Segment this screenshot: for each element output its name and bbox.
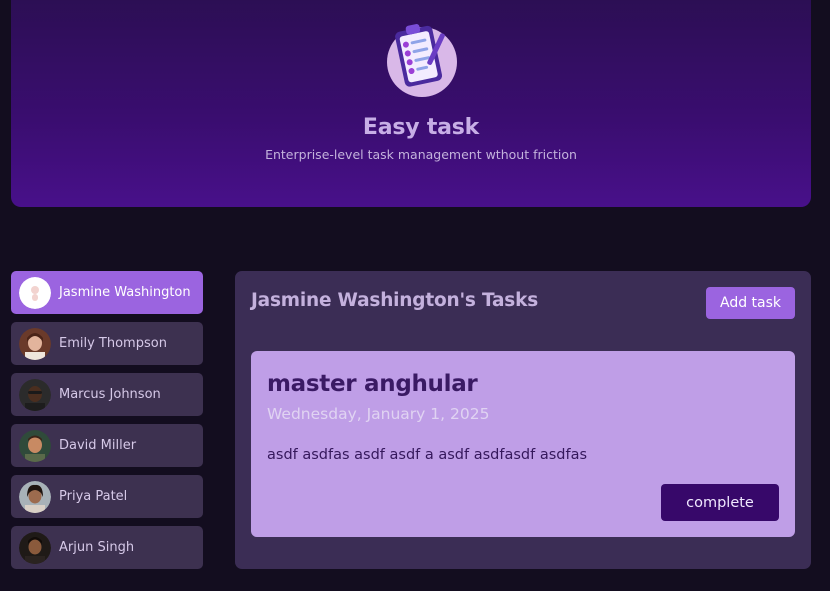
avatar bbox=[19, 378, 51, 411]
user-item-jasmine-washington[interactable]: Jasmine Washington bbox=[11, 271, 203, 314]
user-item-priya-patel[interactable]: Priya Patel bbox=[11, 475, 203, 518]
user-name: Priya Patel bbox=[59, 489, 128, 504]
task-title: master anghular bbox=[267, 371, 478, 397]
avatar bbox=[19, 276, 51, 309]
tasks-title: Jasmine Washington's Tasks bbox=[251, 290, 539, 311]
avatar bbox=[19, 480, 51, 513]
task-due-date: Wednesday, January 1, 2025 bbox=[267, 405, 490, 423]
user-name: Jasmine Washington bbox=[59, 285, 191, 300]
user-list: Jasmine Washington Emily Thompson Marcus… bbox=[11, 271, 203, 577]
user-item-david-miller[interactable]: David Miller bbox=[11, 424, 203, 467]
avatar bbox=[19, 531, 51, 564]
clipboard-checklist-icon bbox=[386, 20, 458, 98]
user-item-marcus-johnson[interactable]: Marcus Johnson bbox=[11, 373, 203, 416]
user-item-arjun-singh[interactable]: Arjun Singh bbox=[11, 526, 203, 569]
add-task-button[interactable]: Add task bbox=[706, 287, 795, 319]
user-name: Arjun Singh bbox=[59, 540, 135, 555]
avatar bbox=[19, 327, 51, 360]
user-name: David Miller bbox=[59, 438, 137, 453]
user-name: Emily Thompson bbox=[59, 336, 167, 351]
tasks-panel: Jasmine Washington's Tasks Add task mast… bbox=[235, 271, 811, 569]
app-header: Easy task Enterprise-level task manageme… bbox=[11, 0, 811, 207]
app-subtitle: Enterprise-level task management wthout … bbox=[265, 147, 577, 162]
app-title: Easy task bbox=[362, 115, 480, 140]
task-summary: asdf asdfas asdf asdf a asdf asdfasdf as… bbox=[267, 447, 588, 463]
complete-task-button[interactable]: complete bbox=[661, 484, 779, 521]
user-name: Marcus Johnson bbox=[59, 387, 161, 402]
task-card: master anghular Wednesday, January 1, 20… bbox=[251, 351, 795, 537]
avatar bbox=[19, 429, 51, 462]
user-item-emily-thompson[interactable]: Emily Thompson bbox=[11, 322, 203, 365]
